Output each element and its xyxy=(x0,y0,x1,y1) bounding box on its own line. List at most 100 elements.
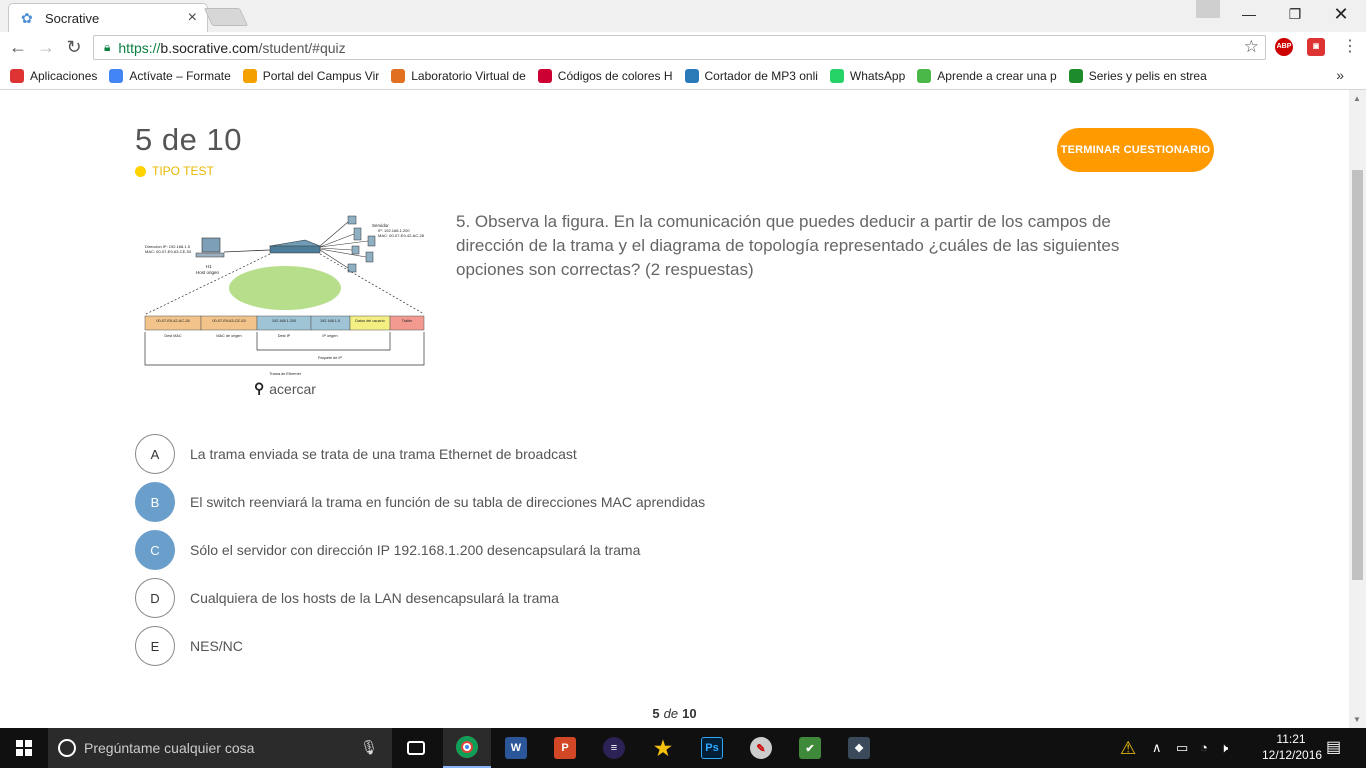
project-taskbar-icon[interactable]: ✔ xyxy=(786,728,834,768)
back-arrow-icon[interactable]: ← xyxy=(6,36,30,58)
url-host: b.socrative.com xyxy=(160,39,259,56)
question-text: 5. Observa la figura. En la comunicación… xyxy=(456,212,1120,279)
star-app-taskbar-icon[interactable]: ★ xyxy=(639,728,687,768)
address-bar[interactable]: 🔒︎ https:// b.socrative.com /student/#qu… xyxy=(93,35,1266,60)
finish-quiz-button[interactable]: TERMINAR CUESTIONARIO xyxy=(1057,128,1214,172)
wifi-icon[interactable]: ◔ xyxy=(1200,728,1208,768)
question-counter: 5 de 10 xyxy=(135,122,242,157)
bookmark-item[interactable]: Laboratorio Virtual de xyxy=(391,68,526,83)
scroll-thumb[interactable] xyxy=(1352,170,1363,580)
page-scrollbar[interactable]: ▲ ▼ xyxy=(1349,90,1366,728)
bookmark-item[interactable]: WhatsApp xyxy=(829,68,905,83)
clock-date: 12/12/2016 xyxy=(1262,748,1323,762)
microphone-icon[interactable]: 🎙︎ xyxy=(360,739,378,756)
browser-toolbar: ← → ↻ 🔒︎ https:// b.socrative.com /stude… xyxy=(0,32,1366,62)
reload-icon[interactable]: ↻ xyxy=(62,36,86,58)
profile-icon[interactable] xyxy=(1196,0,1220,18)
bookmark-item[interactable]: Aplicaciones xyxy=(10,68,98,83)
bookmark-item[interactable]: Actívate – Formate xyxy=(109,68,231,83)
google-icon xyxy=(109,68,124,83)
bookmarks-bar: Aplicaciones Actívate – Formate Portal del… xyxy=(0,62,1366,90)
answer-option[interactable]: C Sólo el servidor con dirección IP 192.1… xyxy=(135,530,935,570)
bookmark-label: Series y pelis en strea xyxy=(1088,68,1207,83)
host-name-label: H1 xyxy=(206,264,212,269)
bookmark-item[interactable]: Portal del Campus Vir xyxy=(242,68,380,83)
adblock-plus-icon[interactable]: ABP xyxy=(1275,38,1293,56)
bookmark-star-icon[interactable]: ☆ xyxy=(1244,37,1259,57)
answer-letter[interactable]: B xyxy=(135,482,175,522)
tab-close-icon[interactable]: × xyxy=(188,9,197,27)
bookmark-label: Aplicaciones xyxy=(30,68,98,83)
bookmark-label: Actívate – Formate xyxy=(129,68,231,83)
bookmark-item[interactable]: Códigos de colores H xyxy=(537,68,673,83)
photoshop-taskbar-icon[interactable]: Ps xyxy=(688,728,736,768)
forward-arrow-icon[interactable]: → xyxy=(34,36,58,58)
answer-text[interactable]: NES/NC xyxy=(190,638,243,654)
answer-letter[interactable]: E xyxy=(135,626,175,666)
answer-text[interactable]: La trama enviada se trata de una trama E… xyxy=(190,446,577,462)
battery-icon[interactable]: ▭ xyxy=(1176,728,1188,768)
question-type: TIPO TEST xyxy=(135,164,214,178)
restore-icon[interactable]: ❐ xyxy=(1272,0,1318,30)
new-tab-button[interactable] xyxy=(203,8,249,26)
answer-option[interactable]: D Cualquiera de los hosts de la LAN desen… xyxy=(135,578,935,618)
menu-kebab-icon[interactable]: ⋮ xyxy=(1338,36,1362,58)
scissors-icon xyxy=(684,68,699,83)
answer-text[interactable]: Sólo el servidor con dirección IP 192.16… xyxy=(190,542,640,558)
answer-text[interactable]: Cualquiera de los hosts de la LAN desenc… xyxy=(190,590,559,606)
start-button[interactable] xyxy=(0,728,48,768)
powerpoint-taskbar-icon[interactable]: P xyxy=(541,728,589,768)
label-src-ip: IP origen xyxy=(322,334,337,338)
taskbar-search[interactable]: Pregúntame cualquier cosa 🎙︎ xyxy=(48,728,392,768)
taskbar-clock[interactable]: 11:21 12/12/2016 xyxy=(1262,731,1323,763)
task-view-icon[interactable] xyxy=(392,728,440,768)
volume-icon[interactable]: 🕨︎ xyxy=(1220,728,1228,768)
editor-taskbar-icon[interactable]: ❖ xyxy=(835,728,883,768)
bookmark-label: Cortador de MP3 onli xyxy=(704,68,818,83)
answer-letter[interactable]: C xyxy=(135,530,175,570)
paint-taskbar-icon[interactable]: ✎ xyxy=(737,728,785,768)
network-diagram[interactable]: Dirección IP: 192.168.1.5 MAC: 00-07-E9-… xyxy=(140,210,430,380)
bookmark-item[interactable]: Cortador de MP3 onli xyxy=(684,68,818,83)
eclipse-taskbar-icon[interactable]: ≡ xyxy=(590,728,638,768)
answer-letter[interactable]: A xyxy=(135,434,175,474)
clock-time: 11:21 xyxy=(1276,732,1306,746)
answer-letter[interactable]: D xyxy=(135,578,175,618)
chrome-taskbar-icon[interactable] xyxy=(443,728,491,768)
bookmark-item[interactable]: Aprende a crear una p xyxy=(917,68,1057,83)
warning-icon[interactable]: ⚠ xyxy=(1120,728,1136,768)
answer-option[interactable]: E NES/NC xyxy=(135,626,935,666)
minimize-icon[interactable]: — xyxy=(1226,0,1272,30)
windows-taskbar: Pregúntame cualquier cosa 🎙︎ W P ≡ ★ Ps … xyxy=(0,728,1366,768)
answer-option[interactable]: A La trama enviada se trata de una trama … xyxy=(135,434,935,474)
window-close-icon[interactable]: ✕ xyxy=(1318,0,1364,30)
series-icon xyxy=(1068,68,1083,83)
packet-label: Paquete de IP xyxy=(318,356,343,360)
tray-expand-icon[interactable]: ∧ xyxy=(1152,728,1162,768)
more-bookmarks-icon[interactable]: » xyxy=(1336,67,1344,83)
word-taskbar-icon[interactable]: W xyxy=(492,728,540,768)
question-type-label: TIPO TEST xyxy=(152,164,214,178)
scroll-up-icon[interactable]: ▲ xyxy=(1353,94,1361,103)
field-user-data: Datos del usuario xyxy=(355,319,385,323)
field-dest-mac: 00-07-E9-42-AC-28 xyxy=(156,319,189,323)
color-wheel-icon xyxy=(537,68,552,83)
pager-current: 5 xyxy=(652,706,660,721)
bookmark-label: Aprende a crear una p xyxy=(937,68,1057,83)
windows-logo-icon xyxy=(16,740,32,756)
notifications-icon[interactable]: ▤ xyxy=(1326,728,1341,768)
answer-option[interactable]: B El switch reenviará la trama en función… xyxy=(135,482,935,522)
pager-total: 10 xyxy=(682,706,697,721)
bookmark-label: Portal del Campus Vir xyxy=(262,68,380,83)
url-scheme: https:// xyxy=(118,39,161,56)
type-dot-icon xyxy=(135,165,146,177)
answer-text[interactable]: El switch reenviará la trama en función … xyxy=(190,494,705,510)
extension-shield-icon[interactable]: ▣ xyxy=(1307,38,1325,56)
scroll-down-icon[interactable]: ▼ xyxy=(1353,715,1361,724)
field-src-ip: 192.168.1.5 xyxy=(320,319,340,323)
search-placeholder: Pregúntame cualquier cosa xyxy=(84,740,255,756)
zoom-link[interactable]: ⚲ acercar xyxy=(254,380,316,397)
zoom-label: acercar xyxy=(269,380,316,397)
browser-tab[interactable]: ✿ Socrative × xyxy=(8,3,208,32)
bookmark-item[interactable]: Series y pelis en strea xyxy=(1068,68,1207,83)
